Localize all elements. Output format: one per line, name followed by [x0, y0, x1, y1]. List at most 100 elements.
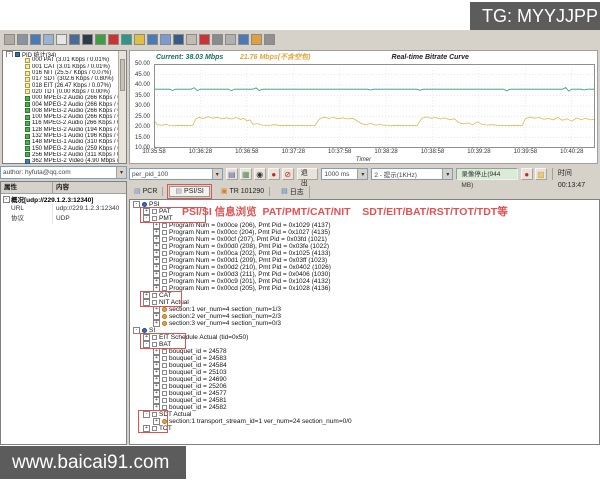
psi-tree-item[interactable]: + bouquet_id = 24577: [130, 390, 599, 397]
record-tool-icon[interactable]: ▨: [535, 168, 547, 180]
toolbar-icon[interactable]: [199, 34, 210, 45]
psi-tree-item[interactable]: + Program Num = 0x00d0 (208), Pmt Pid = …: [130, 243, 599, 250]
psi-tree-item[interactable]: + section:1 transport_stream_id=1 ver_nu…: [130, 418, 599, 425]
toolbar-icon[interactable]: [95, 34, 106, 45]
psi-tree-item[interactable]: + EIT Schedule Actual (tid=0x50): [130, 334, 599, 341]
psi-tree-item[interactable]: + Program Num = 0x00cd (205), Pmt Pid = …: [130, 285, 599, 292]
toolbar-icon[interactable]: [186, 34, 197, 45]
record-tool-icon[interactable]: ●: [521, 168, 533, 180]
expander-icon[interactable]: +: [153, 278, 160, 285]
interval-combo[interactable]: 1000 ms ▾: [321, 168, 368, 180]
expander-icon[interactable]: +: [143, 425, 150, 432]
expander-icon[interactable]: +: [153, 271, 160, 278]
toolbar-icon[interactable]: [17, 34, 28, 45]
chevron-down-icon[interactable]: ▾: [212, 169, 222, 179]
scrollbar-thumb[interactable]: [120, 59, 125, 91]
psi-tree-item[interactable]: + bouquet_id = 24581: [130, 397, 599, 404]
tab[interactable]: ▣ TR 101290: [216, 187, 270, 196]
tab[interactable]: ▤ PCR: [129, 187, 163, 196]
expander-icon[interactable]: +: [153, 369, 160, 376]
toolbar-icon[interactable]: [147, 34, 158, 45]
toolbar-icon[interactable]: [173, 34, 184, 45]
psi-tree-item[interactable]: - PSI: [130, 201, 599, 208]
expander-icon[interactable]: +: [153, 229, 160, 236]
expander-icon[interactable]: -: [143, 215, 150, 222]
chart-tool-icon[interactable]: ⊘: [282, 168, 294, 180]
expander-icon[interactable]: +: [153, 362, 160, 369]
chart-tool-icon[interactable]: ●: [268, 168, 280, 180]
toolbar-icon[interactable]: [43, 34, 54, 45]
chevron-down-icon[interactable]: ▾: [116, 167, 126, 178]
psi-tree-item[interactable]: + bouquet_id = 24583: [130, 355, 599, 362]
expander-icon[interactable]: +: [153, 348, 160, 355]
expander-icon[interactable]: +: [153, 320, 160, 327]
expander-icon[interactable]: -: [143, 341, 150, 348]
expander-icon[interactable]: -: [133, 201, 140, 208]
chart-tool-icon[interactable]: ▤: [226, 168, 238, 180]
expander-icon[interactable]: +: [153, 250, 160, 257]
table-row[interactable]: URL udp://229.1.2.3:12340: [1, 204, 126, 214]
psi-tree-item[interactable]: + bouquet_id = 25206: [130, 383, 599, 390]
psi-tree-item[interactable]: + section:2 ver_num=4 section_num=2/3: [130, 313, 599, 320]
property-group-row[interactable]: - 概况[udp://229.1.2.3:12340]: [1, 194, 126, 204]
expander-icon[interactable]: +: [143, 334, 150, 341]
psi-tree-item[interactable]: + CAT: [130, 292, 599, 299]
expander-icon[interactable]: +: [153, 404, 160, 411]
psi-tree-item[interactable]: + Program Num = 0x00cf (207), Pmt Pid = …: [130, 236, 599, 243]
address-combo[interactable]: author: hyfuta@qq.com ▾: [0, 166, 127, 179]
toolbar-icon[interactable]: [134, 34, 145, 45]
display-mode-combo[interactable]: 2 - 提示(1KHz) ▾: [371, 168, 453, 180]
expander-icon[interactable]: -: [133, 327, 140, 334]
psi-tree-item[interactable]: + section:1 ver_num=4 section_num=1/3: [130, 306, 599, 313]
scrollbar[interactable]: [118, 51, 126, 163]
expander-icon[interactable]: +: [153, 418, 160, 425]
toolbar-icon[interactable]: [69, 34, 80, 45]
expander-icon[interactable]: +: [153, 236, 160, 243]
expander-icon[interactable]: -: [143, 411, 150, 418]
psi-tree-item[interactable]: + bouquet_id = 25103: [130, 369, 599, 376]
toolbar-icon[interactable]: [108, 34, 119, 45]
pid-tree-item[interactable]: 362 MPEG-2 Video (4.90 Mbps / 13.01%): [3, 158, 126, 164]
psi-tree-item[interactable]: + Program Num = 0x00ce (206), Pmt Pid = …: [130, 222, 599, 229]
chevron-down-icon[interactable]: ▾: [357, 169, 367, 179]
psi-tree-item[interactable]: + section:3 ver_num=4 section_num=0/3: [130, 320, 599, 327]
psi-tree-item[interactable]: + bouquet_id = 24584: [130, 362, 599, 369]
expander-icon[interactable]: +: [143, 208, 150, 215]
psi-tree-item[interactable]: + Program Num = 0x00c9 (201), Pmt Pid = …: [130, 278, 599, 285]
psi-tree-item[interactable]: + bouquet_id = 24582: [130, 404, 599, 411]
toolbar-icon[interactable]: [4, 34, 15, 45]
expander-icon[interactable]: +: [153, 397, 160, 404]
toolbar-icon[interactable]: [238, 34, 249, 45]
psi-tree-item[interactable]: + PAT: [130, 208, 599, 215]
chart-tool-icon[interactable]: ◉: [254, 168, 266, 180]
psi-tree-item[interactable]: - BAT: [130, 341, 599, 348]
expander-icon[interactable]: +: [153, 355, 160, 362]
expander-icon[interactable]: +: [143, 292, 150, 299]
toolbar-icon[interactable]: [121, 34, 132, 45]
toolbar-icon[interactable]: [212, 34, 223, 45]
expander-icon[interactable]: -: [143, 299, 150, 306]
expander-icon[interactable]: +: [153, 222, 160, 229]
psi-tree-item[interactable]: + Program Num = 0x00d1 (209), Pmt Pid = …: [130, 257, 599, 264]
toolbar-icon[interactable]: [82, 34, 93, 45]
toolbar-icon[interactable]: [264, 34, 275, 45]
psi-tree-item[interactable]: - PMT: [130, 215, 599, 222]
expander-icon[interactable]: +: [153, 257, 160, 264]
expander-icon[interactable]: -: [6, 51, 13, 57]
toolbar-icon[interactable]: [30, 34, 41, 45]
expander-icon[interactable]: +: [153, 376, 160, 383]
expander-icon[interactable]: +: [153, 383, 160, 390]
toolbar-icon[interactable]: [225, 34, 236, 45]
expander-icon[interactable]: +: [153, 264, 160, 271]
expander-icon[interactable]: -: [3, 196, 10, 203]
psi-tree-item[interactable]: + Program Num = 0x00d2 (210), Pmt Pid = …: [130, 264, 599, 271]
psi-tree-item[interactable]: + bouquet_id = 24690: [130, 376, 599, 383]
psi-tree-item[interactable]: + Program Num = 0x00cc (204), Pmt Pid = …: [130, 229, 599, 236]
expander-icon[interactable]: +: [153, 313, 160, 320]
chevron-down-icon[interactable]: ▾: [442, 169, 452, 179]
chart-tool-icon[interactable]: ▦: [240, 168, 252, 180]
psi-tree-item[interactable]: - SDT Actual: [130, 411, 599, 418]
psi-tree-item[interactable]: - SI: [130, 327, 599, 334]
toolbar-icon[interactable]: [56, 34, 67, 45]
expander-icon[interactable]: +: [153, 243, 160, 250]
